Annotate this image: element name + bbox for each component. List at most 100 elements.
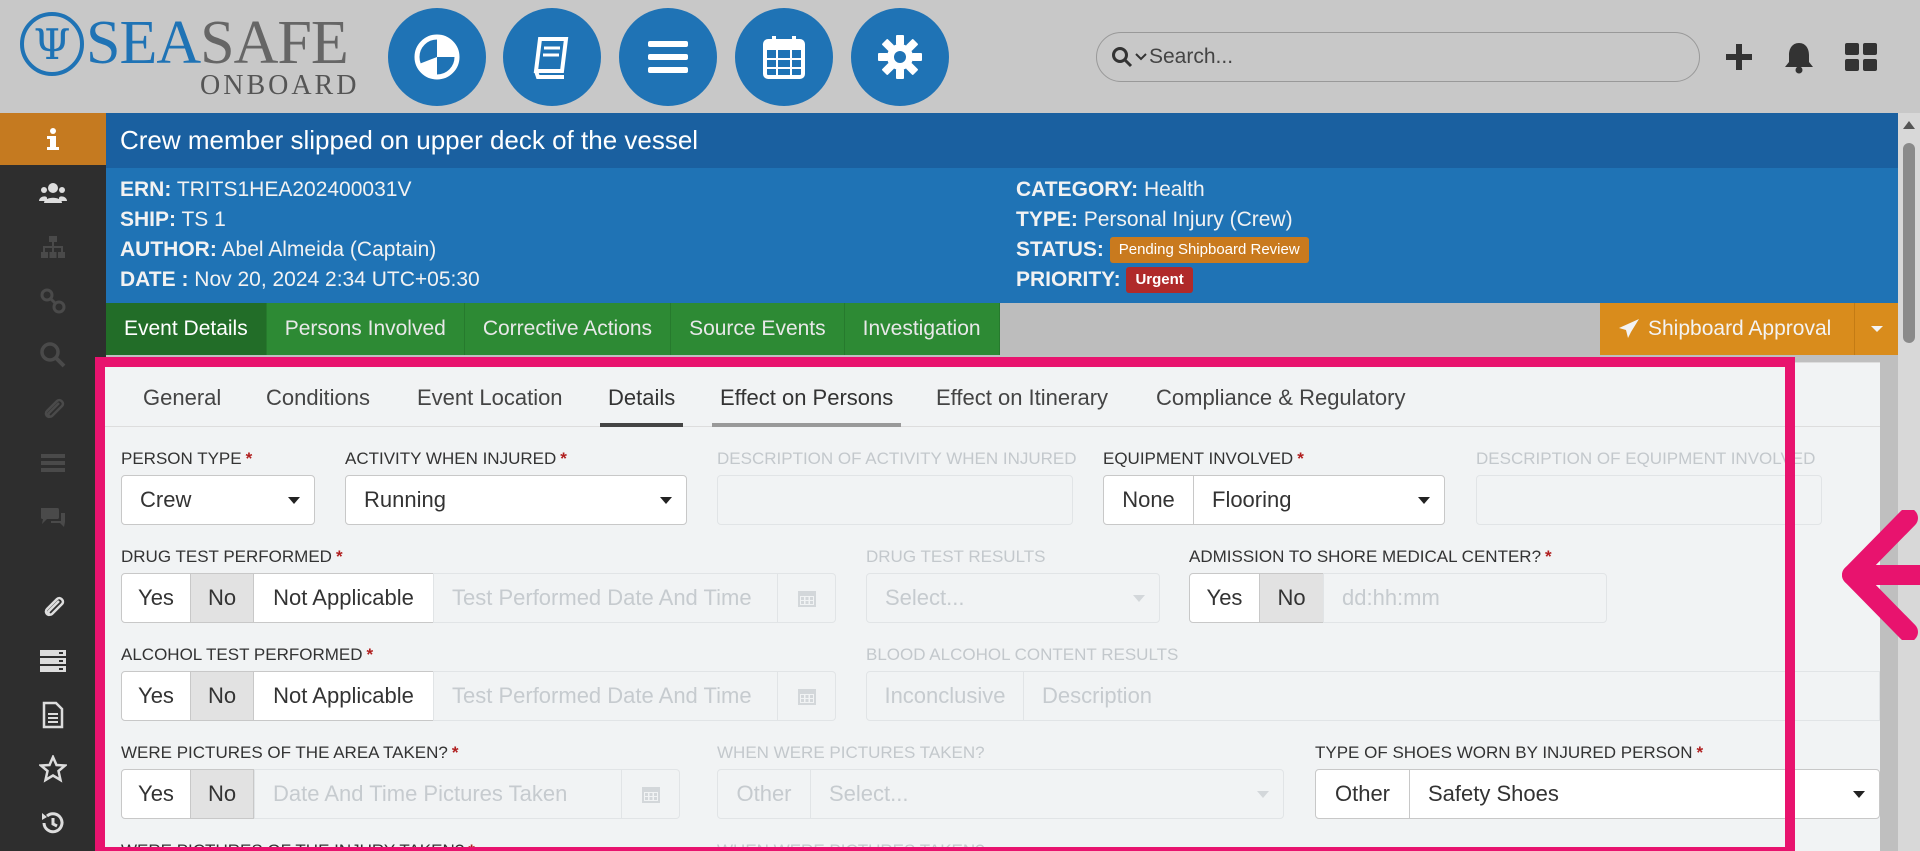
search-scope-icon[interactable] xyxy=(1111,46,1149,68)
scroll-up-arrow[interactable] xyxy=(1903,121,1915,129)
bac-inconclusive-button[interactable]: Inconclusive xyxy=(866,671,1024,721)
shoes-select[interactable]: Safety Shoes xyxy=(1409,769,1880,819)
stack-icon xyxy=(40,650,66,672)
sidebar-item-search[interactable] xyxy=(0,329,106,381)
users-icon xyxy=(39,183,67,203)
activity-select[interactable]: Running xyxy=(345,475,687,525)
pictures-area-datetime-input[interactable]: Date And Time Pictures Taken xyxy=(254,769,622,819)
drug-test-na[interactable]: Not Applicable xyxy=(253,573,434,623)
admission-yes[interactable]: Yes xyxy=(1189,573,1260,623)
sidebar-item-documents[interactable] xyxy=(0,689,106,741)
when-pictures-other-button[interactable]: Other xyxy=(717,769,811,819)
send-icon xyxy=(1619,319,1639,338)
bell-icon xyxy=(1785,43,1813,74)
alcohol-test-label: ALCOHOL TEST PERFORMED * xyxy=(121,645,374,664)
tab-event-details[interactable]: Event Details xyxy=(106,303,267,355)
subtab-event-location[interactable]: Event Location xyxy=(417,385,563,427)
sidebar-item-favorites[interactable] xyxy=(0,743,106,795)
shipboard-approval-button[interactable]: Shipboard Approval xyxy=(1600,303,1898,355)
drug-test-calendar-button[interactable] xyxy=(778,573,836,623)
tab-source-events[interactable]: Source Events xyxy=(671,303,845,355)
alcohol-test-no[interactable]: No xyxy=(190,671,254,721)
shoes-other-button[interactable]: Other xyxy=(1315,769,1410,819)
approval-dropdown-toggle[interactable] xyxy=(1854,303,1898,355)
caret-down-icon xyxy=(288,497,300,504)
scroll-thumb[interactable] xyxy=(1903,143,1915,343)
trident-logo-icon: Ψ xyxy=(20,12,84,76)
history-icon xyxy=(42,812,64,834)
pie-chart-icon xyxy=(414,34,460,80)
alcohol-test-yes[interactable]: Yes xyxy=(121,671,191,721)
alcohol-test-calendar-button[interactable] xyxy=(778,671,836,721)
detail-subtabs: General Conditions Event Location Detail… xyxy=(102,363,1880,427)
nav-calendar-button[interactable] xyxy=(735,8,833,106)
apps-grid-button[interactable] xyxy=(1842,38,1880,76)
caret-down-icon xyxy=(1133,595,1145,602)
sidebar-item-organization[interactable] xyxy=(0,221,106,273)
equipment-description-input[interactable] xyxy=(1476,475,1822,525)
alcohol-test-na[interactable]: Not Applicable xyxy=(253,671,434,721)
activity-description-input[interactable] xyxy=(717,475,1073,525)
top-bar: Ψ SEASAFE ONBOARD xyxy=(0,0,1920,113)
activity-description-label: DESCRIPTION OF ACTIVITY WHEN INJURED xyxy=(717,449,1077,468)
search-input[interactable] xyxy=(1149,45,1669,69)
tab-corrective-actions[interactable]: Corrective Actions xyxy=(464,303,672,355)
person-type-select[interactable]: Crew xyxy=(121,475,315,525)
notifications-button[interactable] xyxy=(1780,38,1818,76)
equipment-none-button[interactable]: None xyxy=(1103,475,1194,525)
admission-no[interactable]: No xyxy=(1259,573,1324,623)
sidebar-item-list[interactable] xyxy=(0,437,106,489)
subtab-general[interactable]: General xyxy=(143,385,221,427)
sidebar-item-links[interactable] xyxy=(0,275,106,327)
bac-description-input[interactable]: Description xyxy=(1023,671,1880,721)
event-header: Crew member slipped on upper deck of the… xyxy=(106,113,1898,303)
calendar-icon xyxy=(797,591,816,607)
tab-persons-involved[interactable]: Persons Involved xyxy=(266,303,465,355)
add-button[interactable] xyxy=(1720,38,1758,76)
sidebar-item-history[interactable] xyxy=(0,797,106,849)
caret-down-icon xyxy=(660,497,672,504)
drug-test-no[interactable]: No xyxy=(190,573,254,623)
sidebar-item-attachments-dim[interactable] xyxy=(0,383,106,435)
search-icon xyxy=(40,342,66,368)
event-ern: TRITS1HEA202400031V xyxy=(176,178,412,201)
caret-down-icon xyxy=(1418,497,1430,504)
subtab-details[interactable]: Details xyxy=(600,385,684,427)
sidebar-item-comments[interactable] xyxy=(0,491,106,543)
event-title: Crew member slipped on upper deck of the… xyxy=(106,113,1898,168)
alcohol-test-datetime-input[interactable]: Test Performed Date And Time xyxy=(433,671,778,721)
sidebar-item-info[interactable] xyxy=(0,113,106,165)
global-search[interactable] xyxy=(1096,32,1700,82)
shoes-label: TYPE OF SHOES WORN BY INJURED PERSON * xyxy=(1315,743,1704,762)
sidebar-item-attachments[interactable] xyxy=(0,581,106,633)
pictures-area-no[interactable]: No xyxy=(190,769,254,819)
nav-logbook-button[interactable] xyxy=(503,8,601,106)
subtab-effect-on-itinerary[interactable]: Effect on Itinerary xyxy=(936,385,1108,427)
subtab-effect-on-persons[interactable]: Effect on Persons xyxy=(712,385,902,427)
nav-settings-button[interactable] xyxy=(851,8,949,106)
drug-results-label: DRUG TEST RESULTS xyxy=(866,547,1046,566)
nav-menu-button[interactable] xyxy=(619,8,717,106)
nav-dashboard-button[interactable] xyxy=(388,8,486,106)
equipment-select[interactable]: Flooring xyxy=(1193,475,1445,525)
event-date: Nov 20, 2024 2:34 UTC+05:30 xyxy=(194,268,480,291)
page-scrollbar[interactable] xyxy=(1898,113,1920,851)
paperclip-icon xyxy=(44,596,65,617)
admission-duration-input[interactable]: dd:hh:mm xyxy=(1323,573,1607,623)
sidebar-item-records[interactable] xyxy=(0,635,106,687)
drug-test-label: DRUG TEST PERFORMED * xyxy=(121,547,343,566)
drug-results-select[interactable]: Select... xyxy=(866,573,1160,623)
drug-test-datetime-input[interactable]: Test Performed Date And Time xyxy=(433,573,778,623)
drug-test-yes[interactable]: Yes xyxy=(121,573,191,623)
caret-down-icon xyxy=(1257,791,1269,798)
drug-test-toggle: Yes No Not Applicable xyxy=(121,573,434,623)
subtab-conditions[interactable]: Conditions xyxy=(266,385,370,427)
pictures-area-calendar-button[interactable] xyxy=(622,769,680,819)
sidebar-item-persons[interactable] xyxy=(0,167,106,219)
seasafe-logo[interactable]: Ψ SEASAFE ONBOARD xyxy=(20,9,356,101)
tab-investigation[interactable]: Investigation xyxy=(844,303,1000,355)
subtab-compliance-regulatory[interactable]: Compliance & Regulatory xyxy=(1156,385,1405,427)
pictures-area-yes[interactable]: Yes xyxy=(121,769,191,819)
pictures-area-toggle: Yes No xyxy=(121,769,254,819)
when-pictures-select[interactable]: Select... xyxy=(810,769,1284,819)
